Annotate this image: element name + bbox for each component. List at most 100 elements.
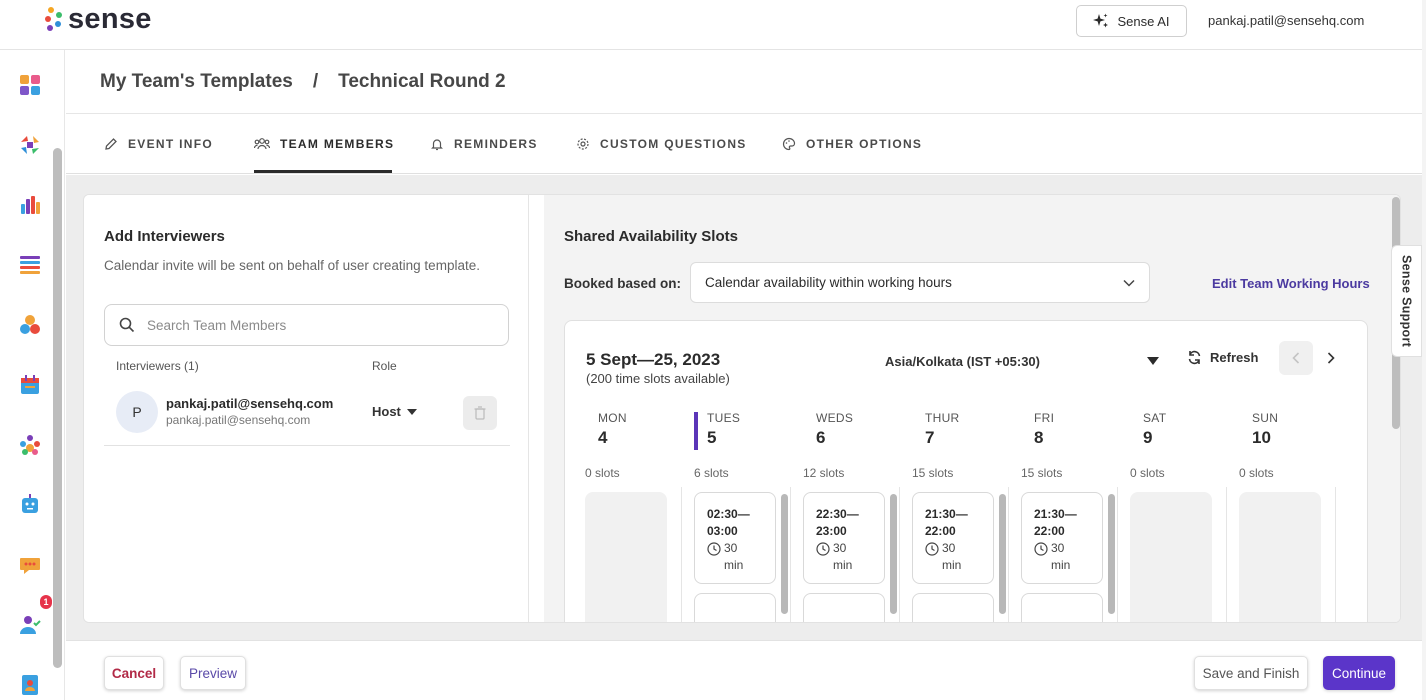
current-day-indicator [694, 412, 698, 450]
continue-button[interactable]: Continue [1323, 656, 1395, 690]
clock-icon [707, 541, 721, 556]
slot-count: 0 slots [1130, 466, 1165, 480]
slot-start: 02:30— [707, 507, 750, 521]
day-number: 8 [1034, 428, 1044, 447]
time-slot[interactable]: 21:30— 22:00 30 min [1021, 492, 1103, 584]
user-check-icon[interactable] [19, 614, 41, 636]
bell-icon [431, 139, 443, 151]
time-slot[interactable]: 21:30— 22:00 30 min [912, 492, 994, 584]
slot-start: 22:30— [816, 507, 859, 521]
analytics-icon[interactable] [19, 194, 41, 216]
user-email[interactable]: pankaj.patil@sensehq.com [1208, 13, 1364, 28]
calendar-icon[interactable] [19, 374, 41, 396]
page-scrollbar[interactable] [1422, 0, 1426, 700]
search-input[interactable] [147, 317, 477, 333]
role-value: Host [372, 404, 401, 419]
slot-duration-unit: min [833, 558, 853, 572]
day-column-scrollbar[interactable] [999, 494, 1006, 614]
time-slot[interactable]: 02:30— 03:00 30 min [694, 492, 776, 584]
column-divider [1117, 487, 1118, 622]
day-column-scrollbar[interactable] [1108, 494, 1115, 614]
edit-team-working-hours-link[interactable]: Edit Team Working Hours [1212, 276, 1370, 291]
people-icon[interactable] [19, 434, 41, 456]
sparkle-icon [1093, 13, 1109, 28]
time-slot[interactable] [694, 593, 776, 622]
time-slot[interactable]: 22:30— 23:00 30 min [803, 492, 885, 584]
slot-end: 23:00 [816, 524, 847, 538]
chatbot-icon[interactable] [19, 494, 41, 516]
day-column-scrollbar[interactable] [890, 494, 897, 614]
slot-duration: 30 [816, 540, 884, 557]
clock-icon [1034, 541, 1048, 556]
day-header: MON 4 [598, 411, 698, 448]
sense-support-tab[interactable]: Sense Support [1391, 245, 1422, 357]
slot-duration-value: 30 [833, 541, 847, 555]
sense-logo[interactable]: sense [42, 4, 152, 34]
messages-icon[interactable] [19, 554, 41, 576]
breadcrumb-separator: / [312, 71, 319, 92]
breadcrumb-parent[interactable]: My Team's Templates [100, 71, 293, 93]
previous-week-button[interactable] [1279, 341, 1313, 375]
tab-event-info[interactable]: EVENT INFO [104, 114, 213, 174]
day-header: WEDS 6 [816, 411, 916, 448]
contacts-book-icon[interactable] [19, 674, 41, 696]
next-week-button[interactable] [1319, 341, 1343, 375]
lists-icon[interactable] [19, 254, 41, 276]
sidebar-scrollbar[interactable] [53, 148, 62, 668]
preview-button[interactable]: Preview [180, 656, 246, 690]
column-divider [1226, 487, 1227, 622]
time-slot[interactable] [1021, 593, 1103, 622]
sense-ai-button[interactable]: Sense AI [1076, 5, 1187, 37]
trash-icon [474, 406, 486, 420]
pencil-icon [105, 138, 117, 150]
availability-title: Shared Availability Slots [564, 228, 738, 245]
engage-icon[interactable] [19, 314, 41, 336]
team-icon [254, 138, 270, 150]
timezone-value[interactable]: Asia/Kolkata (IST +05:30) [885, 354, 1040, 369]
empty-day-column [1130, 492, 1212, 622]
sense-support-label: Sense Support [1399, 254, 1414, 348]
slot-start: 21:30— [1034, 507, 1077, 521]
workflow-icon[interactable] [19, 134, 41, 156]
breadcrumb-current: Technical Round 2 [338, 71, 506, 92]
day-header: SUN 10 [1252, 411, 1352, 448]
slot-duration-value: 30 [942, 541, 956, 555]
day-column-scrollbar[interactable] [781, 494, 788, 614]
tab-team-members[interactable]: TEAM MEMBERS [254, 114, 394, 174]
dashboard-icon[interactable] [19, 74, 41, 96]
interviewers-pane: Add Interviewers Calendar invite will be… [84, 195, 529, 622]
slot-end: 03:00 [707, 524, 738, 538]
day-header: TUES 5 [707, 411, 807, 448]
day-number: 9 [1143, 428, 1153, 447]
day-header: FRI 8 [1034, 411, 1134, 448]
time-slot[interactable] [912, 593, 994, 622]
role-dropdown[interactable]: Host [372, 404, 417, 419]
slot-count: 15 slots [912, 466, 954, 480]
tab-custom-questions-label: CUSTOM QUESTIONS [600, 137, 747, 151]
slot-duration-unit: min [724, 558, 744, 572]
booked-based-on-select[interactable]: Calendar availability within working hou… [690, 262, 1150, 303]
chevron-left-icon [1292, 352, 1300, 364]
search-team-members[interactable] [104, 304, 509, 346]
remove-member-button[interactable] [463, 396, 497, 430]
day-name: TUES [707, 411, 741, 425]
refresh-button[interactable]: Refresh [1187, 350, 1258, 365]
top-bar: sense Sense AI pankaj.patil@sensehq.com [0, 0, 1426, 50]
slot-end: 22:00 [1034, 524, 1065, 538]
booked-based-on-value: Calendar availability within working hou… [705, 275, 952, 290]
tab-reminders[interactable]: REMINDERS [430, 114, 538, 174]
logo-dots-icon [42, 4, 66, 34]
cancel-button[interactable]: Cancel [104, 656, 164, 690]
clock-icon [925, 541, 939, 556]
tab-other-options[interactable]: OTHER OPTIONS [782, 114, 922, 174]
refresh-label: Refresh [1210, 350, 1259, 365]
day-number: 6 [816, 428, 826, 447]
palette-icon [782, 137, 796, 151]
save-and-finish-button[interactable]: Save and Finish [1194, 656, 1308, 690]
slot-duration: 30 [925, 540, 993, 557]
time-slot[interactable] [803, 593, 885, 622]
timezone-caret-icon[interactable] [1147, 357, 1159, 365]
slot-duration-unit: min [942, 558, 962, 572]
tab-custom-questions[interactable]: CUSTOM QUESTIONS [576, 114, 747, 174]
interviewers-subtitle: Calendar invite will be sent on behalf o… [104, 258, 480, 273]
